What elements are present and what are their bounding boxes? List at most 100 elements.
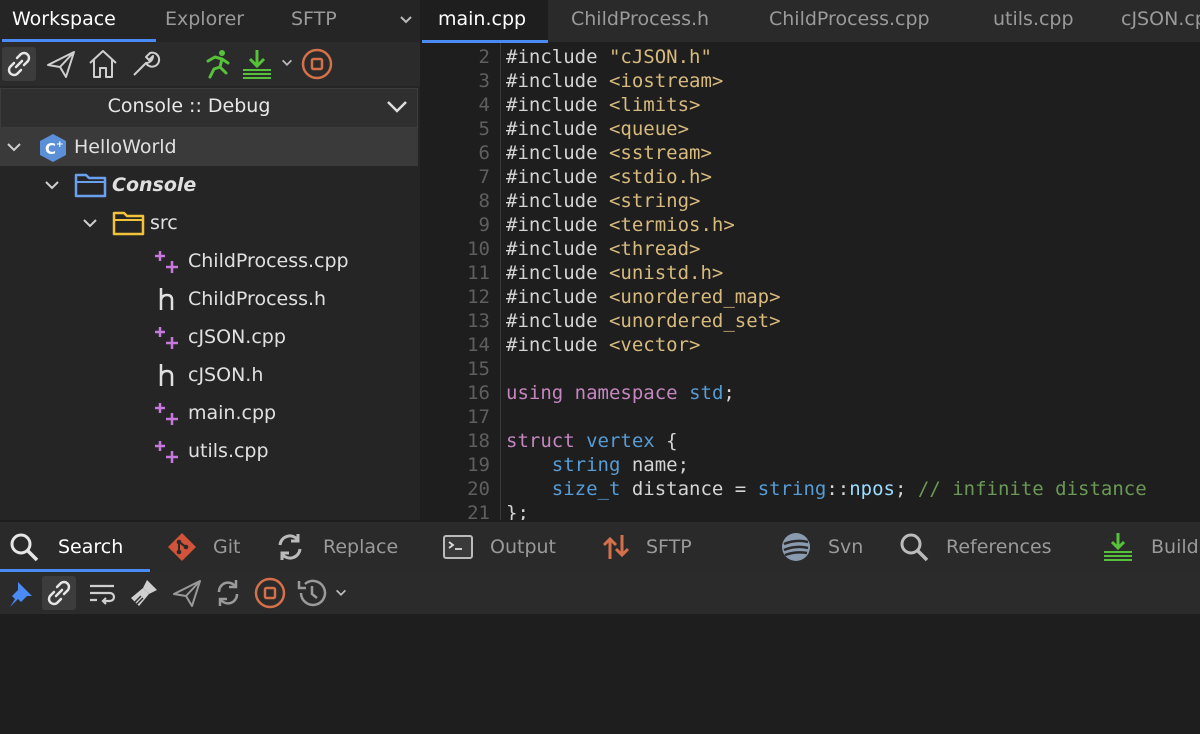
clear-brush-icon[interactable] xyxy=(127,576,161,610)
code-token: <unistd.h> xyxy=(608,262,724,284)
code-line: #include "cJSON.h" xyxy=(506,46,712,68)
home-icon[interactable] xyxy=(86,47,120,81)
cpp-file-icon xyxy=(155,441,178,463)
code-line: #include <string> xyxy=(506,190,700,212)
code-token: :: xyxy=(826,478,850,500)
chevron-down-icon[interactable] xyxy=(6,139,22,155)
tree-item-file[interactable]: utils.cpp xyxy=(0,432,418,470)
build-icon xyxy=(1104,533,1132,561)
chevron-down-icon[interactable] xyxy=(334,586,348,600)
refresh-icon[interactable] xyxy=(211,576,245,610)
tab-label: Search xyxy=(58,536,124,558)
chevron-down-icon[interactable] xyxy=(82,215,98,231)
code-token: <stdio.h> xyxy=(608,166,712,188)
line-number: 16 xyxy=(467,382,490,404)
code-editor[interactable]: 2 3 4 5 6 7 8 9 10 11 12 13 14 15 16 17 18 19 20 21 #includ… xyxy=(422,43,1200,520)
code-token: size_t xyxy=(551,478,621,500)
code-line: string name; xyxy=(506,454,689,476)
code-line: #include <vector> xyxy=(506,334,700,356)
build-icon[interactable] xyxy=(240,47,274,81)
link-icon[interactable] xyxy=(42,576,76,610)
tree-item-project[interactable]: C + HelloWorld xyxy=(0,128,418,166)
code-token: #include xyxy=(506,286,598,308)
tab-main-cpp[interactable]: main.cpp xyxy=(438,0,526,42)
code-token: <iostream> xyxy=(608,70,724,92)
history-icon[interactable] xyxy=(295,576,329,610)
tree-item-label: main.cpp xyxy=(188,402,277,424)
tree-item-folder[interactable]: Console xyxy=(0,166,418,204)
git-icon xyxy=(168,533,196,561)
code-token: <limits> xyxy=(608,94,701,116)
chevron-down-icon[interactable] xyxy=(280,56,294,70)
pin-icon[interactable] xyxy=(4,576,38,610)
tab-workspace[interactable]: Workspace xyxy=(2,0,156,42)
code-token: string xyxy=(757,478,827,500)
tree-item-file[interactable]: cJSON.cpp xyxy=(0,318,418,356)
code-line: #include <termios.h> xyxy=(506,214,735,236)
send-icon[interactable] xyxy=(44,47,78,81)
svg-text:+: + xyxy=(56,140,64,150)
line-number: 6 xyxy=(478,142,490,164)
tab-cjson-cpp[interactable]: cJSON.cpp xyxy=(1121,0,1200,42)
tab-sftp[interactable]: SFTP xyxy=(291,0,337,42)
send-icon[interactable] xyxy=(170,576,204,610)
code-line: #include <thread> xyxy=(506,238,700,260)
code-token: name; xyxy=(620,454,690,476)
run-icon[interactable] xyxy=(200,47,234,81)
line-number: 21 xyxy=(467,502,490,520)
code-token: struct xyxy=(506,430,575,452)
word-wrap-icon[interactable] xyxy=(85,576,119,610)
tree-item-label: utils.cpp xyxy=(188,440,269,462)
tab-utils-cpp[interactable]: utils.cpp xyxy=(993,0,1074,42)
tab-childprocess-h[interactable]: ChildProcess.h xyxy=(571,0,709,42)
build-target-select[interactable]: Console :: Debug xyxy=(0,88,418,128)
cpp-project-icon: C + xyxy=(40,134,66,162)
tree-item-file[interactable]: ChildProcess.cpp xyxy=(0,242,418,280)
stop-icon[interactable] xyxy=(253,576,287,610)
svg-text:C: C xyxy=(45,140,56,158)
line-number: 17 xyxy=(467,406,490,428)
code-token: #include xyxy=(506,334,598,356)
replace-icon xyxy=(278,534,302,560)
tree-item-folder[interactable]: src xyxy=(0,204,418,242)
code-line: }; xyxy=(506,502,529,520)
code-line: using namespace std; xyxy=(506,382,735,404)
search-icon xyxy=(900,533,929,562)
code-token: // infinite distance xyxy=(917,478,1147,500)
code-token: <unordered_set> xyxy=(608,310,781,332)
tab-label: Build xyxy=(1151,536,1199,558)
terminal-icon xyxy=(443,535,473,559)
tab-label: Svn xyxy=(828,536,864,558)
tree-item-file[interactable]: cJSON.h xyxy=(0,356,418,394)
header-file-icon xyxy=(159,364,174,386)
chevron-down-icon[interactable] xyxy=(44,177,60,193)
stop-icon[interactable] xyxy=(300,47,334,81)
bottom-panel-tabs: Search Git Replace Output SFTP Log Svn R… xyxy=(0,522,1200,608)
link-icon[interactable] xyxy=(2,47,36,81)
build-target-label: Console :: Debug xyxy=(107,95,271,117)
tab-label: Output xyxy=(490,536,556,558)
code-token: <unordered_map> xyxy=(608,286,781,308)
code-line: #include <unordered_map> xyxy=(506,286,781,308)
code-token: vertex xyxy=(586,430,655,452)
gutter-divider xyxy=(500,43,501,520)
search-results-area xyxy=(0,614,1200,734)
line-number: 20 xyxy=(467,478,490,500)
chevron-down-icon[interactable] xyxy=(385,97,409,117)
tab-explorer[interactable]: Explorer xyxy=(165,0,244,42)
wrench-icon[interactable] xyxy=(128,47,162,81)
line-number: 10 xyxy=(467,238,490,260)
chevron-down-icon[interactable] xyxy=(398,12,414,28)
search-icon xyxy=(10,533,39,562)
tab-childprocess-cpp[interactable]: ChildProcess.cpp xyxy=(769,0,930,42)
tree-item-file[interactable]: ChildProcess.h xyxy=(0,280,418,318)
tree-item-label: HelloWorld xyxy=(74,136,177,158)
tree-item-file[interactable]: main.cpp xyxy=(0,394,418,432)
